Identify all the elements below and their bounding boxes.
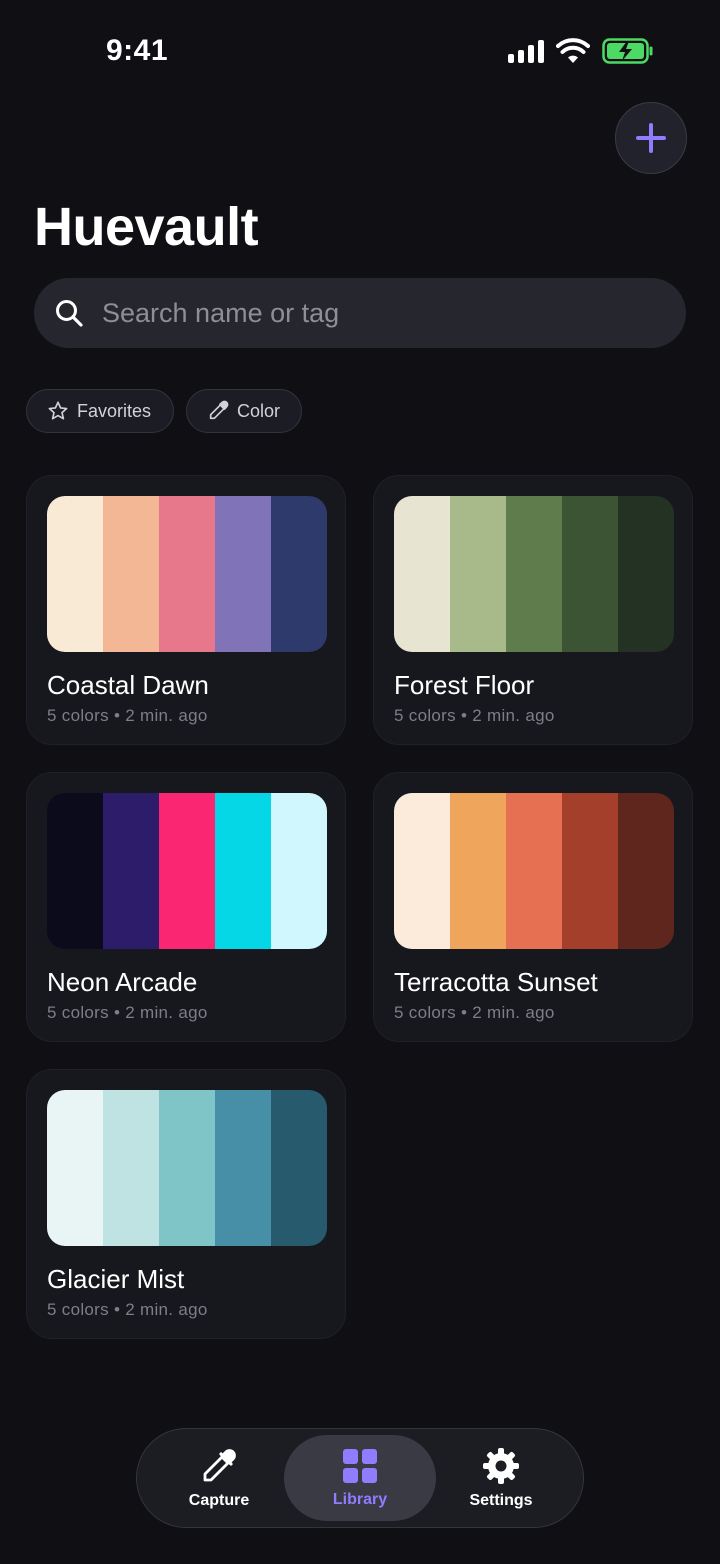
palette-meta: 5 colors • 2 min. ago: [394, 706, 555, 725]
color-stripe: [215, 1090, 271, 1246]
color-stripe: [271, 496, 327, 652]
palette-name: Forest Floor: [394, 670, 535, 700]
color-stripe: [159, 793, 215, 949]
tab-capture[interactable]: Capture: [143, 1435, 295, 1521]
eyedropper-icon: [203, 1449, 236, 1482]
palette-meta: 5 colors • 2 min. ago: [47, 706, 208, 725]
palette-swatch: [394, 496, 674, 652]
color-stripe: [47, 793, 103, 949]
color-stripe: [47, 1090, 103, 1246]
status-icons: [508, 38, 654, 64]
plus-icon: [636, 123, 666, 153]
search-icon: [56, 300, 83, 327]
palette-name: Glacier Mist: [47, 1264, 185, 1294]
filter-chip-color[interactable]: Color: [186, 389, 302, 433]
palette-name: Neon Arcade: [47, 967, 198, 997]
color-stripe: [103, 1090, 159, 1246]
star-icon: [48, 401, 68, 420]
chip-label: Favorites: [77, 400, 152, 421]
palette-name: Terracotta Sunset: [394, 967, 598, 997]
color-stripe: [103, 496, 159, 652]
color-stripe: [562, 793, 618, 949]
palette-swatch: [47, 1090, 327, 1246]
palette-card-coastal-dawn[interactable]: Coastal Dawn 5 colors • 2 min. ago: [26, 475, 346, 745]
color-stripe: [394, 793, 450, 949]
palette-card-forest-floor[interactable]: Forest Floor 5 colors • 2 min. ago: [373, 475, 693, 745]
palette-card-neon-arcade[interactable]: Neon Arcade 5 colors • 2 min. ago: [26, 772, 346, 1042]
color-stripe: [271, 793, 327, 949]
chip-label: Color: [237, 400, 281, 421]
eyedropper-icon: [209, 400, 229, 420]
palette-meta: 5 colors • 2 min. ago: [47, 1300, 208, 1319]
battery-charging-icon: [602, 38, 654, 64]
color-stripe: [562, 496, 618, 652]
tab-label: Settings: [469, 1492, 533, 1509]
color-stripe: [618, 496, 674, 652]
color-stripe: [215, 793, 271, 949]
color-stripe: [450, 496, 506, 652]
color-stripe: [450, 793, 506, 949]
tab-label: Library: [332, 1491, 388, 1508]
search-bar[interactable]: [34, 278, 686, 348]
palette-card-terracotta-sunset[interactable]: Terracotta Sunset 5 colors • 2 min. ago: [373, 772, 693, 1042]
color-stripe: [159, 1090, 215, 1246]
color-stripe: [215, 496, 271, 652]
status-bar: 9:41: [0, 0, 720, 100]
palette-card-glacier-mist[interactable]: Glacier Mist 5 colors • 2 min. ago: [26, 1069, 346, 1339]
filter-chip-favorites[interactable]: Favorites: [26, 389, 174, 433]
add-palette-button[interactable]: [615, 102, 687, 174]
color-stripe: [506, 496, 562, 652]
search-input[interactable]: [100, 296, 664, 330]
palette-meta: 5 colors • 2 min. ago: [394, 1003, 555, 1022]
gear-icon: [483, 1448, 519, 1484]
palette-meta: 5 colors • 2 min. ago: [47, 1003, 208, 1022]
palette-swatch: [47, 496, 327, 652]
palette-swatch: [394, 793, 674, 949]
cellular-signal-icon: [508, 39, 544, 63]
palette-name: Coastal Dawn: [47, 670, 209, 700]
palette-swatch: [47, 793, 327, 949]
tab-label: Capture: [188, 1492, 250, 1509]
grid-icon: [343, 1449, 377, 1483]
color-stripe: [103, 793, 159, 949]
tab-bar: Capture Library Settings: [136, 1428, 584, 1528]
color-stripe: [159, 496, 215, 652]
tab-library[interactable]: Library: [284, 1435, 436, 1521]
color-stripe: [394, 496, 450, 652]
color-stripe: [47, 496, 103, 652]
status-time: 9:41: [106, 34, 169, 67]
tab-settings[interactable]: Settings: [425, 1435, 577, 1521]
wifi-icon: [556, 38, 590, 64]
color-stripe: [618, 793, 674, 949]
color-stripe: [506, 793, 562, 949]
page-title: Huevault: [34, 197, 259, 257]
color-stripe: [271, 1090, 327, 1246]
